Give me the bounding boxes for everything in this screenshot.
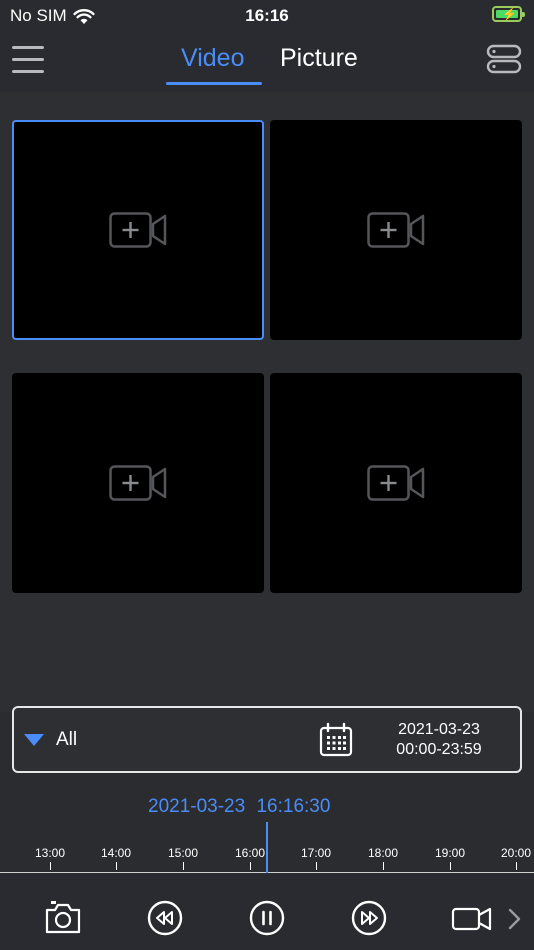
fast-forward-button[interactable] bbox=[349, 898, 389, 938]
timeline-tick-label: 14:00 bbox=[100, 846, 132, 860]
timeline-tick-label: 19:00 bbox=[434, 846, 466, 860]
playback-toolbar bbox=[0, 874, 534, 950]
timeline-tick bbox=[116, 862, 117, 870]
record-button[interactable] bbox=[451, 898, 493, 938]
add-camera-icon bbox=[367, 212, 425, 248]
timeline-tick bbox=[183, 862, 184, 870]
video-slot-2[interactable] bbox=[270, 120, 522, 340]
playback-filter-bar: All 2021-03-23 00:00-23:59 bbox=[12, 706, 522, 773]
channel-type-dropdown[interactable]: All bbox=[24, 708, 144, 771]
video-slot-4[interactable] bbox=[270, 373, 522, 593]
timeline-tick bbox=[450, 862, 451, 870]
timeline-current-date: 2021-03-23 bbox=[148, 796, 246, 817]
playback-timeline[interactable]: 13:00 14:00 15:00 16:00 17:00 18:00 19:0… bbox=[0, 820, 534, 874]
top-nav-bar: Video Picture bbox=[0, 30, 534, 92]
tab-picture[interactable]: Picture bbox=[280, 44, 358, 73]
video-slot-3[interactable] bbox=[12, 373, 264, 593]
timeline-tick-label: 15:00 bbox=[167, 846, 199, 860]
status-time: 16:16 bbox=[245, 6, 289, 25]
snapshot-button[interactable] bbox=[43, 898, 83, 938]
calendar-button[interactable] bbox=[318, 722, 354, 758]
battery-charging-icon: ⚡ bbox=[492, 6, 525, 22]
fast-forward-icon bbox=[351, 900, 387, 936]
timeline-current-datetime: 2021-03-23 16:16:30 bbox=[148, 796, 330, 818]
add-camera-icon bbox=[109, 212, 167, 248]
rewind-icon bbox=[147, 900, 183, 936]
record-icon bbox=[451, 907, 492, 931]
menu-button[interactable] bbox=[12, 46, 44, 74]
timeline-tick bbox=[250, 862, 251, 870]
date-range-display[interactable]: 2021-03-23 00:00-23:59 bbox=[384, 720, 494, 760]
calendar-icon bbox=[319, 722, 353, 757]
timeline-tick-label: 17:00 bbox=[300, 846, 332, 860]
tab-video[interactable]: Video bbox=[181, 44, 245, 73]
timeline-tick-label: 20:00 bbox=[500, 846, 532, 860]
add-camera-icon bbox=[367, 465, 425, 501]
filter-time-range: 00:00-23:59 bbox=[396, 741, 482, 758]
device-list-icon bbox=[486, 44, 522, 74]
pause-icon bbox=[249, 900, 285, 936]
rewind-button[interactable] bbox=[145, 898, 185, 938]
video-slot-1[interactable] bbox=[12, 120, 264, 340]
active-tab-indicator bbox=[166, 82, 262, 85]
timeline-tick-label: 13:00 bbox=[34, 846, 66, 860]
timeline-tick bbox=[383, 862, 384, 870]
device-list-button[interactable] bbox=[486, 44, 522, 74]
dropdown-triangle-icon bbox=[24, 733, 44, 746]
chevron-right-icon bbox=[508, 908, 521, 930]
timeline-tick bbox=[516, 862, 517, 870]
timeline-tick bbox=[316, 862, 317, 870]
add-camera-icon bbox=[109, 465, 167, 501]
channel-type-label: All bbox=[56, 728, 78, 750]
snapshot-icon bbox=[45, 901, 81, 934]
timeline-tick bbox=[50, 862, 51, 870]
status-bar: No SIM 16:16 ⚡ bbox=[0, 0, 534, 30]
pause-button[interactable] bbox=[247, 898, 287, 938]
timeline-cursor[interactable] bbox=[266, 822, 268, 873]
timeline-tick-label: 18:00 bbox=[367, 846, 399, 860]
timeline-current-time: 16:16:30 bbox=[256, 796, 331, 817]
more-tools-button[interactable] bbox=[504, 898, 526, 938]
filter-date: 2021-03-23 bbox=[398, 721, 480, 738]
menu-icon bbox=[12, 46, 44, 73]
timeline-tick-label: 16:00 bbox=[234, 846, 266, 860]
